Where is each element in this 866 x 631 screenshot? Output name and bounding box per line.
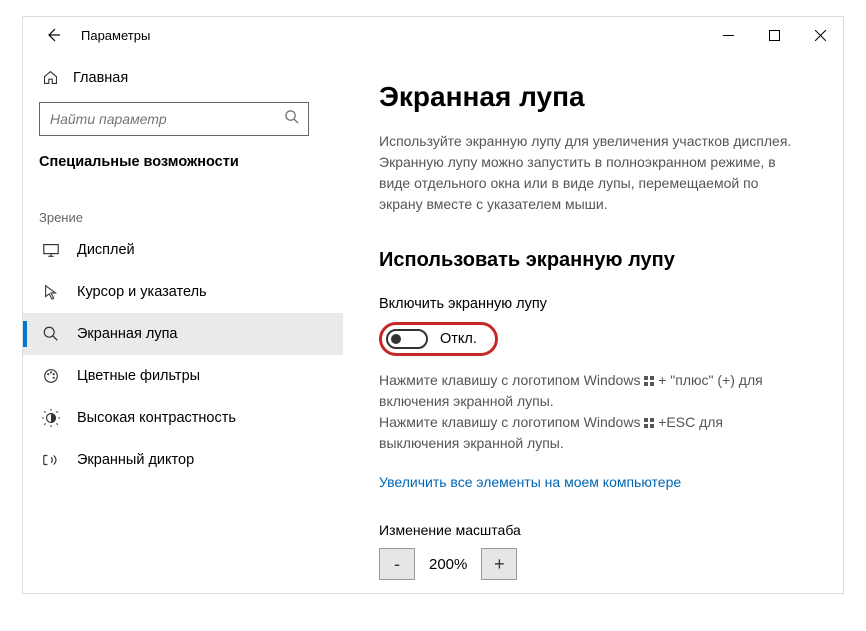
close-button[interactable] bbox=[797, 19, 843, 51]
windows-key-icon bbox=[644, 376, 654, 386]
zoom-heading: Изменение масштаба bbox=[379, 522, 803, 538]
zoom-controls: - 200% + bbox=[379, 548, 803, 580]
windows-key-icon bbox=[644, 418, 654, 428]
contrast-icon bbox=[41, 409, 61, 427]
palette-icon bbox=[41, 367, 61, 385]
maximize-button[interactable] bbox=[751, 19, 797, 51]
sidebar-item-label: Высокая контрастность bbox=[77, 410, 236, 426]
close-icon bbox=[815, 30, 826, 41]
page-description: Используйте экранную лупу для увеличения… bbox=[379, 131, 799, 215]
sidebar-item-label: Экранный диктор bbox=[77, 452, 194, 468]
home-label: Главная bbox=[73, 70, 128, 86]
sidebar: Главная Специальные возможности Зрение Д… bbox=[23, 53, 343, 593]
back-button[interactable] bbox=[37, 19, 69, 51]
home-icon bbox=[41, 69, 59, 86]
section-heading: Использовать экранную лупу bbox=[379, 249, 803, 272]
toggle-state-text: Откл. bbox=[440, 331, 477, 347]
sidebar-item-highcontrast[interactable]: Высокая контрастность bbox=[23, 397, 343, 439]
sidebar-item-label: Экранная лупа bbox=[77, 326, 177, 342]
maximize-icon bbox=[769, 30, 780, 41]
settings-window: Параметры Главная bbox=[22, 16, 844, 594]
window-controls bbox=[705, 19, 843, 51]
monitor-icon bbox=[41, 241, 61, 259]
magnifier-toggle[interactable] bbox=[386, 329, 428, 349]
titlebar: Параметры bbox=[23, 17, 843, 53]
highlighted-toggle-area: Откл. bbox=[379, 322, 498, 356]
magnifier-icon bbox=[41, 325, 61, 343]
page-title: Экранная лупа bbox=[379, 81, 803, 113]
enlarge-link[interactable]: Увеличить все элементы на моем компьютер… bbox=[379, 474, 681, 490]
minimize-button[interactable] bbox=[705, 19, 751, 51]
search-icon bbox=[284, 109, 300, 129]
window-body: Главная Специальные возможности Зрение Д… bbox=[23, 53, 843, 593]
sidebar-item-label: Дисплей bbox=[77, 242, 135, 258]
sidebar-item-colorfilters[interactable]: Цветные фильтры bbox=[23, 355, 343, 397]
window-title: Параметры bbox=[81, 28, 150, 43]
content-pane: Экранная лупа Используйте экранную лупу … bbox=[343, 53, 843, 593]
category-header: Специальные возможности bbox=[23, 136, 343, 180]
narrator-icon bbox=[41, 451, 61, 469]
zoom-in-button[interactable]: + bbox=[481, 548, 517, 580]
minimize-icon bbox=[723, 30, 734, 41]
sidebar-item-narrator[interactable]: Экранный диктор bbox=[23, 439, 343, 481]
cursor-icon bbox=[41, 283, 61, 301]
home-button[interactable]: Главная bbox=[23, 63, 343, 92]
sidebar-item-label: Цветные фильтры bbox=[77, 368, 200, 384]
zoom-value: 200% bbox=[415, 548, 481, 580]
search-box[interactable] bbox=[39, 102, 309, 136]
zoom-out-button[interactable]: - bbox=[379, 548, 415, 580]
section-label: Зрение bbox=[23, 180, 343, 229]
sidebar-item-cursor[interactable]: Курсор и указатель bbox=[23, 271, 343, 313]
sidebar-item-display[interactable]: Дисплей bbox=[23, 229, 343, 271]
sidebar-item-magnifier[interactable]: Экранная лупа bbox=[23, 313, 343, 355]
sidebar-item-label: Курсор и указатель bbox=[77, 284, 207, 300]
shortcut-hint-on: Нажмите клавишу с логотипом Windows + "п… bbox=[379, 370, 799, 454]
arrow-left-icon bbox=[45, 27, 61, 43]
search-input[interactable] bbox=[50, 111, 284, 127]
toggle-label: Включить экранную лупу bbox=[379, 296, 803, 312]
